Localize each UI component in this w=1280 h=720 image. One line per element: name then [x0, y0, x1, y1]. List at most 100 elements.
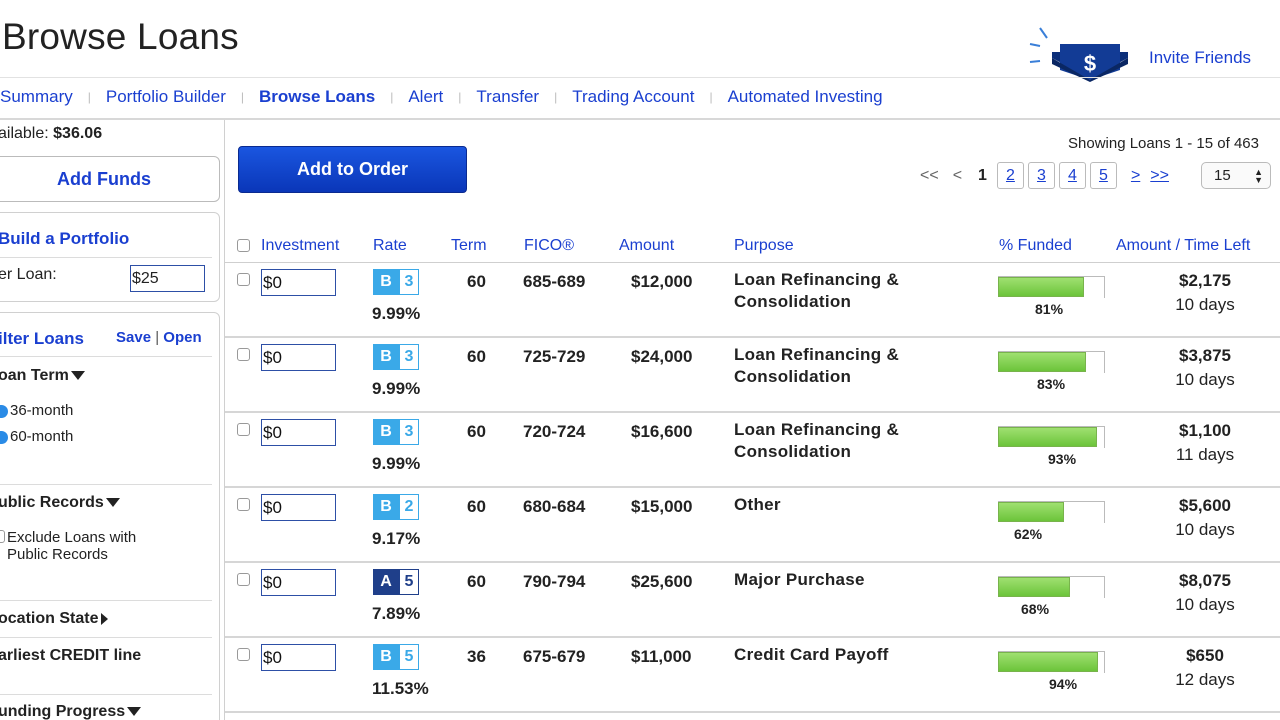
funded-percent: 81% [1035, 301, 1064, 317]
per-loan-input[interactable]: $25 [130, 265, 205, 292]
divider [0, 600, 212, 601]
nav-separator: | [390, 90, 394, 104]
available-value: $36.06 [53, 125, 103, 142]
col-fico[interactable]: FICO® [524, 237, 574, 255]
col-amount[interactable]: Amount [619, 237, 674, 255]
subgrade-number: 3 [399, 269, 419, 295]
funding-progress-toggle[interactable]: unding Progress [0, 703, 142, 720]
amount-left: $650 [1186, 646, 1224, 665]
term-60-option[interactable]: 60-month [0, 428, 73, 445]
nav-summary[interactable]: Summary [0, 87, 73, 107]
funded-progress-bar [998, 501, 1105, 523]
page-link-2[interactable]: 2 [996, 162, 1024, 189]
loan-purpose-link[interactable]: Credit Card Payoff [734, 644, 974, 666]
loan-purpose-link[interactable]: Major Purchase [734, 569, 974, 591]
invite-envelope-icon[interactable]: $ [1026, 24, 1136, 84]
last-page-link[interactable]: >> [1150, 167, 1169, 185]
table-row[interactable]: $0 B 3 9.99% 60 685-689 $12,000 Loan Refinancin… [225, 263, 1280, 338]
amount-left: $5,600 [1179, 496, 1231, 515]
table-row[interactable]: $0 A 5 7.89% 60 790-794 $25,600 Major Purchase 6… [225, 563, 1280, 638]
col-funded[interactable]: % Funded [999, 237, 1072, 255]
loan-purpose-link[interactable]: Loan Refinancing & Consolidation [734, 419, 974, 463]
col-investment[interactable]: Investment [261, 237, 339, 255]
interest-rate: 9.99% [372, 304, 421, 323]
amount-left: $2,175 [1179, 271, 1231, 290]
row-checkbox[interactable] [237, 423, 250, 436]
grade-badge[interactable]: A5 [373, 569, 421, 595]
checkbox[interactable] [0, 530, 5, 543]
fico-range: 720-724 [523, 422, 586, 441]
grade-badge[interactable]: B3 [373, 419, 421, 445]
grade-letter: B [373, 269, 399, 295]
term-value: 60 [467, 272, 486, 291]
nav-alert[interactable]: Alert [408, 87, 443, 107]
earliest-credit-toggle[interactable]: arliest CREDIT line [0, 647, 141, 665]
caret-right-icon [101, 612, 109, 625]
nav-automated-investing[interactable]: Automated Investing [728, 87, 883, 107]
subgrade-number: 3 [399, 419, 419, 445]
nav-trading-account[interactable]: Trading Account [572, 87, 694, 107]
row-checkbox[interactable] [237, 273, 250, 286]
subgrade-number: 2 [399, 494, 419, 520]
page-link-3[interactable]: 3 [1027, 162, 1055, 189]
row-checkbox[interactable] [237, 648, 250, 661]
col-rate[interactable]: Rate [373, 237, 407, 255]
investment-input[interactable]: $0 [261, 419, 336, 446]
loan-purpose-link[interactable]: Loan Refinancing & Consolidation [734, 344, 974, 388]
next-page-link[interactable]: > [1131, 167, 1140, 185]
header-divider [0, 77, 1280, 78]
first-page-link[interactable]: << [920, 167, 939, 185]
divider [0, 356, 212, 357]
grade-badge[interactable]: B3 [373, 269, 421, 295]
grade-badge[interactable]: B3 [373, 344, 421, 370]
term-36-option[interactable]: 36-month [0, 402, 73, 419]
nav-browse-loans[interactable]: Browse Loans [259, 87, 375, 107]
location-state-label: ocation State [0, 610, 99, 627]
checkbox-checked-icon[interactable] [0, 404, 8, 418]
nav-transfer[interactable]: Transfer [476, 87, 539, 107]
loan-term-toggle[interactable]: oan Term [0, 367, 85, 385]
open-filter-link[interactable]: Open [163, 329, 201, 346]
page-link-5[interactable]: 5 [1089, 162, 1117, 189]
pagination: << < 1 2 3 4 5 > >> [920, 162, 1169, 189]
investment-input[interactable]: $0 [261, 494, 336, 521]
page-link-4[interactable]: 4 [1058, 162, 1086, 189]
table-row[interactable]: $0 B 3 9.99% 60 720-724 $16,600 Loan Refinancin… [225, 413, 1280, 488]
row-checkbox[interactable] [237, 573, 250, 586]
col-term[interactable]: Term [451, 237, 487, 255]
loan-purpose-link[interactable]: Loan Refinancing & Consolidation [734, 269, 974, 313]
prev-page-link[interactable]: < [953, 167, 962, 185]
per-page-select[interactable]: 15 ▲ ▼ [1201, 162, 1271, 189]
col-purpose[interactable]: Purpose [734, 237, 794, 255]
invite-friends-link[interactable]: Invite Friends [1149, 48, 1251, 68]
public-records-toggle[interactable]: ublic Records [0, 494, 120, 512]
loan-purpose-link[interactable]: Other [734, 494, 974, 516]
funded-progress-fill [998, 352, 1086, 372]
build-portfolio-link[interactable]: Build a Portfolio [0, 229, 129, 249]
add-funds-button[interactable]: Add Funds [0, 156, 220, 202]
investment-input[interactable]: $0 [261, 569, 336, 596]
select-all-checkbox[interactable] [237, 239, 250, 252]
row-checkbox[interactable] [237, 498, 250, 511]
grade-badge[interactable]: B2 [373, 494, 421, 520]
save-filter-link[interactable]: Save [116, 329, 151, 346]
row-checkbox[interactable] [237, 348, 250, 361]
location-state-toggle[interactable]: ocation State [0, 610, 109, 628]
grade-badge[interactable]: B5 [373, 644, 421, 670]
investment-input[interactable]: $0 [261, 269, 336, 296]
nav-portfolio-builder[interactable]: Portfolio Builder [106, 87, 226, 107]
col-amount-time-left[interactable]: Amount / Time Left [1116, 237, 1250, 255]
table-row[interactable]: $0 B 2 9.17% 60 680-684 $15,000 Other 62% $5,600 1… [225, 488, 1280, 563]
fico-range: 725-729 [523, 347, 586, 366]
exclude-public-records-option[interactable]: Exclude Loans with Public Records [0, 529, 152, 563]
investment-input[interactable]: $0 [261, 344, 336, 371]
grade-letter: A [373, 569, 399, 595]
loan-amount: $25,600 [631, 572, 693, 591]
investment-input[interactable]: $0 [261, 644, 336, 671]
add-to-order-button[interactable]: Add to Order [238, 146, 467, 193]
interest-rate: 9.99% [372, 379, 421, 398]
table-row[interactable]: $0 B 3 9.99% 60 725-729 $24,000 Loan Refinancin… [225, 338, 1280, 413]
table-row[interactable]: $0 B 5 11.53% 36 675-679 $11,000 Credit Card Pa… [225, 638, 1280, 713]
checkbox-checked-icon[interactable] [0, 430, 8, 444]
fico-range: 790-794 [523, 572, 586, 591]
